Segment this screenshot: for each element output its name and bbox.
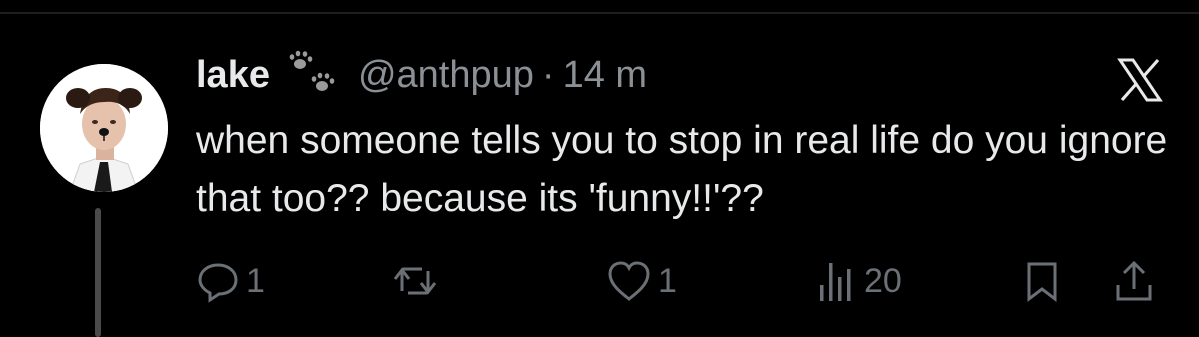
share-button[interactable] (1112, 258, 1156, 304)
share-icon (1116, 260, 1152, 301)
display-name[interactable]: lake (196, 54, 270, 97)
like-button[interactable]: 1 (606, 258, 677, 304)
bookmark-icon (1027, 262, 1057, 303)
divider (0, 12, 1199, 14)
reply-icon (198, 263, 238, 303)
tweet-screenshot: lake @anthpup · 14 m when someone tells … (0, 0, 1199, 337)
avatar[interactable] (40, 64, 168, 192)
reply-button[interactable]: 1 (196, 258, 265, 304)
views-count: 20 (864, 261, 902, 300)
reply-count: 1 (246, 261, 265, 300)
heart-icon (608, 261, 650, 301)
like-count: 1 (658, 261, 677, 300)
avatar-image (40, 64, 168, 192)
views-button[interactable]: 20 (814, 258, 902, 304)
action-bar: 1 1 20 (196, 258, 1176, 304)
tweet-header: lake @anthpup · 14 m (196, 50, 647, 100)
views-icon (820, 263, 851, 301)
bookmark-button[interactable] (1022, 258, 1062, 304)
timestamp[interactable]: 14 m (563, 54, 647, 97)
separator-dot: · (541, 53, 555, 96)
tweet-text: when someone tells you to stop in real l… (196, 119, 1168, 220)
x-logo-icon (1117, 58, 1163, 102)
paw-prints-icon (289, 50, 335, 91)
thread-line (95, 208, 101, 337)
username-handle[interactable]: @anthpup (358, 54, 534, 97)
repost-button[interactable] (392, 258, 444, 304)
repost-icon (393, 267, 437, 295)
